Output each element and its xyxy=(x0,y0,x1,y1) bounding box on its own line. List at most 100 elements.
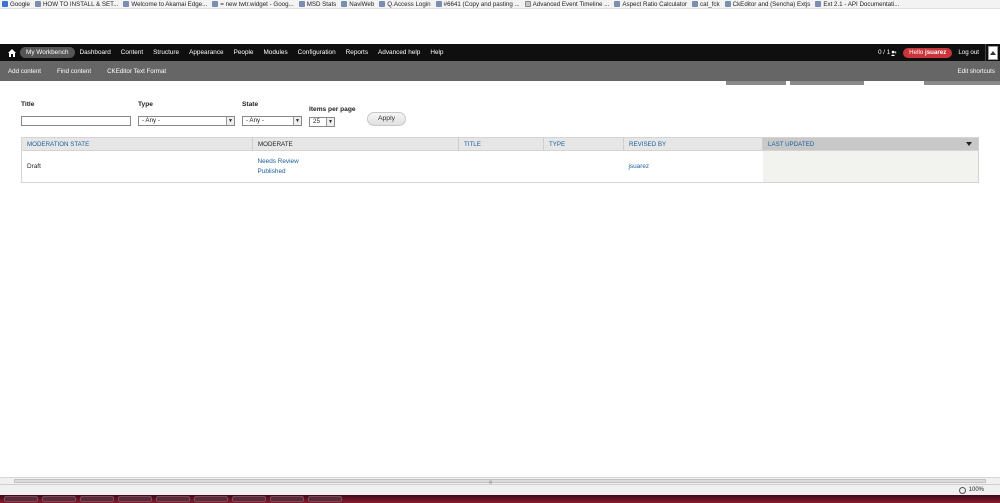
shortcut-ckeditor-text-format[interactable]: CKEditor Text Format xyxy=(99,68,174,75)
bookmarks-bar: Google HOW TO INSTALL & SET... Welcome t… xyxy=(0,0,1000,9)
title-filter-input[interactable] xyxy=(21,116,131,126)
workbench-table: MODERATION STATE MODERATE TITLE TYPE REV… xyxy=(21,137,979,183)
user-count: 0 / 1 xyxy=(878,49,897,56)
sort-descending-icon xyxy=(966,142,972,146)
bookmark-cat-fck[interactable]: cat_fck xyxy=(692,1,720,8)
column-header-moderation-state[interactable]: MODERATION STATE xyxy=(21,137,253,151)
state-filter-value: - Any - xyxy=(246,117,264,124)
menu-item-reports[interactable]: Reports xyxy=(341,47,373,58)
column-header-type[interactable]: TYPE xyxy=(543,137,624,151)
chevron-down-icon: ▼ xyxy=(293,117,301,125)
scrollbar-thumb[interactable] xyxy=(14,479,986,483)
type-filter-value: - Any - xyxy=(142,117,160,124)
zoom-level[interactable]: 100% xyxy=(969,487,984,493)
bookmark-qaccess[interactable]: Q.Access Login xyxy=(379,1,431,8)
filters-form: Title Type - Any - ▼ State - Any - ▼ Ite… xyxy=(21,100,981,130)
chevron-down-icon: ▼ xyxy=(326,118,334,126)
home-icon-glyph xyxy=(8,48,16,57)
greeting-prefix: Hello xyxy=(909,48,924,56)
items-per-page-value: 25 xyxy=(313,118,320,125)
tab-strip xyxy=(0,81,1000,85)
menu-item-appearance[interactable]: Appearance xyxy=(184,47,228,58)
menu-item-configuration[interactable]: Configuration xyxy=(293,47,341,58)
bookmark-google[interactable]: Google xyxy=(2,1,30,8)
home-icon[interactable] xyxy=(4,44,20,61)
cell-title xyxy=(458,150,544,183)
page-icon xyxy=(692,1,699,7)
moderate-needs-review-link[interactable]: Needs Review xyxy=(258,157,459,167)
taskbar-button[interactable] xyxy=(308,496,342,502)
cell-moderate: Needs Review Published xyxy=(252,150,459,183)
revised-by-user-link[interactable]: jsuarez xyxy=(629,162,763,172)
last-updated-label: LAST UPDATED xyxy=(768,140,815,148)
page-icon xyxy=(341,1,348,7)
page-icon xyxy=(298,1,305,7)
logout-link[interactable]: Log out xyxy=(958,49,979,56)
taskbar-button[interactable] xyxy=(4,496,38,502)
menu-item-my-workbench[interactable]: My Workbench xyxy=(20,47,75,58)
taskbar-button[interactable] xyxy=(156,496,190,502)
page-icon xyxy=(212,1,219,7)
taskbar-button[interactable] xyxy=(194,496,228,502)
menu-item-dashboard[interactable]: Dashboard xyxy=(75,47,116,58)
page-icon xyxy=(435,1,442,7)
bookmark-akamai[interactable]: Welcome to Akamai Edge... xyxy=(123,1,207,8)
taskbar-button[interactable] xyxy=(232,496,266,502)
horizontal-scrollbar[interactable]: ||| xyxy=(0,477,1000,484)
column-header-revised-by[interactable]: REVISED BY xyxy=(623,137,763,151)
cell-revised-by: jsuarez xyxy=(623,150,763,183)
page-icon xyxy=(123,1,130,7)
toggle-icon xyxy=(988,45,998,60)
state-filter-select[interactable]: - Any - ▼ xyxy=(242,116,302,126)
menu-item-help[interactable]: Help xyxy=(425,47,448,58)
bookmark-ckeditor-extjs[interactable]: CkEditor and (Sencha) Extjs xyxy=(724,1,810,8)
page-icon xyxy=(815,1,822,7)
page-icon xyxy=(34,1,41,7)
page-icon xyxy=(724,1,731,7)
bookmark-msd-stats[interactable]: MSD Stats xyxy=(298,1,336,8)
items-per-page-select[interactable]: 25 ▼ xyxy=(309,117,335,127)
bookmark-how-to-install[interactable]: HOW TO INSTALL & SET... xyxy=(34,1,118,8)
items-per-page-label: Items per page xyxy=(309,106,356,113)
type-filter-select[interactable]: - Any - ▼ xyxy=(138,116,235,126)
os-taskbar xyxy=(0,495,1000,503)
moderate-published-link[interactable]: Published xyxy=(258,167,459,177)
menu-item-content[interactable]: Content xyxy=(116,47,148,58)
column-header-last-updated[interactable]: LAST UPDATED xyxy=(762,137,979,151)
bookmark-ext-api[interactable]: Ext 2.1 - API Documentati... xyxy=(815,1,899,8)
taskbar-button[interactable] xyxy=(118,496,152,502)
menu-item-people[interactable]: People xyxy=(229,47,259,58)
users-icon xyxy=(891,50,897,56)
apply-button[interactable]: Apply xyxy=(367,112,406,126)
bookmark-event-timeline[interactable]: Advanced Event Timeline ... xyxy=(524,1,609,8)
bookmark-6641[interactable]: #6641 (Copy and pasting ... xyxy=(435,1,520,8)
tab-segment[interactable] xyxy=(924,81,1000,85)
shortcuts-bar: Add content Find content CKEditor Text F… xyxy=(0,61,1000,81)
bookmark-aspect-ratio[interactable]: Aspect Ratio Calculator xyxy=(614,1,687,8)
taskbar-button[interactable] xyxy=(270,496,304,502)
column-header-title[interactable]: TITLE xyxy=(458,137,544,151)
tab-segment[interactable] xyxy=(790,81,864,85)
menu-item-structure[interactable]: Structure xyxy=(148,47,184,58)
shortcut-add-content[interactable]: Add content xyxy=(0,68,49,75)
bookmark-naviweb[interactable]: NaviWeb xyxy=(341,1,374,8)
cell-last-updated xyxy=(762,150,979,183)
menu-item-advanced-help[interactable]: Advanced help xyxy=(373,47,425,58)
menu-item-modules[interactable]: Modules xyxy=(258,47,292,58)
bookmark-twtr-widget[interactable]: = new twtr.widget - Goog... xyxy=(212,1,294,8)
page-icon xyxy=(614,1,621,7)
zoom-icon xyxy=(958,486,966,494)
table-row: Draft Needs Review Published jsuarez xyxy=(21,150,979,183)
toolbar-toggle[interactable] xyxy=(985,44,1000,61)
chevron-up-icon xyxy=(990,50,996,55)
user-greeting[interactable]: Hello jsuarez xyxy=(903,47,953,58)
type-filter-label: Type xyxy=(138,101,153,108)
taskbar-button[interactable] xyxy=(80,496,114,502)
edit-shortcuts-link[interactable]: Edit shortcuts xyxy=(958,68,1000,75)
taskbar-button[interactable] xyxy=(42,496,76,502)
cell-moderation-state: Draft xyxy=(21,150,253,183)
cell-type xyxy=(543,150,624,183)
tab-segment[interactable] xyxy=(726,81,786,85)
shortcut-find-content[interactable]: Find content xyxy=(49,68,99,75)
user-count-value: 0 / 1 xyxy=(878,49,891,56)
